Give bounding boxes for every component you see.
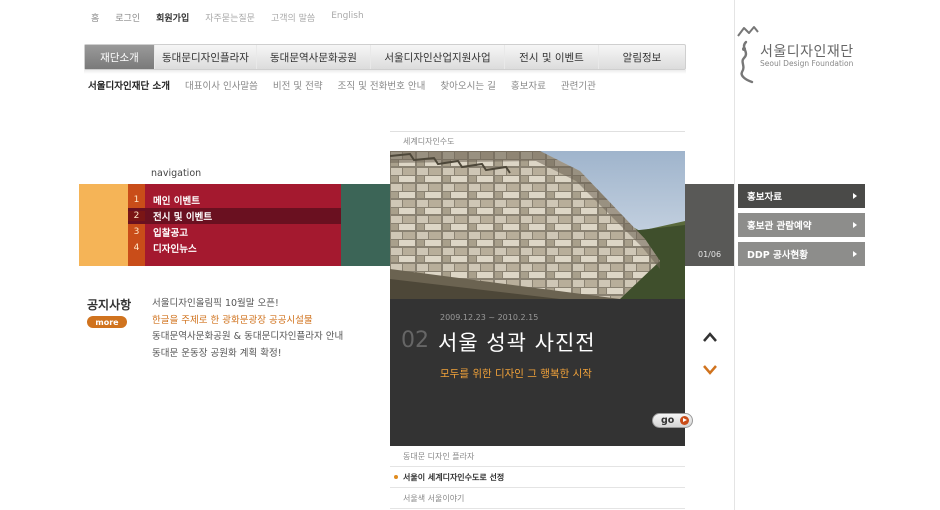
- utility-links: 홈 로그인 회원가입 자주묻는질문 고객의 말씀 English: [91, 11, 380, 24]
- navigation-label: navigation: [151, 168, 202, 179]
- notice-item-highlighted[interactable]: 한글을 주제로 한 광화문광장 공공시설물: [152, 313, 343, 330]
- logo-subtitle: Seoul Design Foundation: [760, 59, 854, 68]
- nav-item-label: 디자인뉴스: [153, 244, 197, 255]
- go-button[interactable]: go: [652, 413, 693, 428]
- sub-item-vision[interactable]: 비전 및 전략: [273, 78, 323, 92]
- sub-item-about[interactable]: 서울디자인재단 소개: [88, 78, 170, 92]
- notices-more-button[interactable]: more: [87, 316, 127, 328]
- nav-item-number: 3: [133, 227, 140, 237]
- feature-top-label[interactable]: 세계디자인수도: [403, 136, 455, 147]
- nav-item-number: 1: [133, 195, 140, 205]
- sub-item-ceo[interactable]: 대표이사 인사말씀: [185, 78, 258, 92]
- feature-list-item[interactable]: 서울색 서울이야기: [390, 488, 685, 509]
- main-menu-shadow: [84, 70, 686, 74]
- triangle-right-icon: [853, 251, 857, 257]
- nav-item-bids[interactable]: 3 입찰공고: [128, 224, 341, 240]
- gnb-item-industry-support[interactable]: 서울디자인산업지원사업: [371, 45, 505, 69]
- feature-number: 02: [401, 328, 429, 353]
- notice-item[interactable]: 동대문역사문화공원 & 동대문디자인플라자 안내: [152, 329, 343, 346]
- feature-photo-fortress-wall[interactable]: [390, 151, 685, 299]
- nav-item-number: 4: [133, 243, 140, 253]
- side-button-label: 홍보관 관람예약: [747, 221, 812, 232]
- more-button-label: more: [95, 317, 119, 327]
- go-button-label: go: [661, 415, 675, 426]
- feature-list-label: 서울이 세계디자인수도로 선정: [403, 472, 505, 482]
- nav-item-exhibitions[interactable]: 2 전시 및 이벤트: [128, 208, 341, 224]
- slide-page-count: 01/06: [698, 250, 722, 259]
- feature-date: 2009.12.23 ~ 2010.2.15: [440, 313, 539, 322]
- feature-list-label: 동대문 디자인 플라자: [403, 451, 475, 461]
- feature-top-divider: [390, 131, 685, 132]
- util-link-join[interactable]: 회원가입: [156, 11, 189, 24]
- nav-item-label: 전시 및 이벤트: [153, 212, 213, 223]
- feature-subtitle: 모두를 위한 디자인 그 행복한 시작: [440, 368, 592, 380]
- sub-menu: 서울디자인재단 소개 대표이사 인사말씀 비전 및 전략 조직 및 전화번호 안…: [88, 78, 611, 92]
- gnb-item-history-park[interactable]: 동대문역사문화공원: [257, 45, 371, 69]
- util-link-english[interactable]: English: [331, 11, 364, 24]
- triangle-right-icon: [853, 193, 857, 199]
- util-link-home[interactable]: 홈: [91, 11, 99, 24]
- bullet-icon: [394, 475, 398, 479]
- side-button-label: DDP 공사현황: [747, 250, 809, 261]
- feature-list-label: 서울색 서울이야기: [403, 493, 465, 503]
- nav-item-label: 입찰공고: [153, 228, 188, 239]
- util-link-faq[interactable]: 자주묻는질문: [205, 11, 255, 24]
- gnb-item-exhibitions[interactable]: 전시 및 이벤트: [505, 45, 599, 69]
- sub-item-pr[interactable]: 홍보자료: [511, 78, 546, 92]
- sub-item-organization[interactable]: 조직 및 전화번호 안내: [338, 78, 426, 92]
- notice-item[interactable]: 동대문 운동장 공원화 계획 확정!: [152, 346, 343, 363]
- arrow-right-icon: [680, 416, 689, 425]
- util-link-login[interactable]: 로그인: [115, 11, 140, 24]
- side-button-tour-booking[interactable]: 홍보관 관람예약: [738, 213, 865, 237]
- sub-item-related[interactable]: 관련기관: [561, 78, 596, 92]
- notices-list: 서울디자인올림픽 10월말 오픈! 한글을 주제로 한 광화문광장 공공시설물 …: [152, 296, 343, 362]
- main-menu: 재단소개 동대문디자인플라자 동대문역사문화공원 서울디자인산업지원사업 전시 …: [84, 44, 686, 70]
- triangle-right-icon: [853, 222, 857, 228]
- nav-item-design-news[interactable]: 4 디자인뉴스: [128, 240, 341, 256]
- side-button-pr-materials[interactable]: 홍보자료: [738, 184, 865, 208]
- chevron-up-icon[interactable]: [702, 331, 718, 343]
- feature-list-item-selected[interactable]: 서울이 세계디자인수도로 선정: [390, 467, 685, 488]
- side-button-label: 홍보자료: [747, 192, 782, 203]
- feature-title[interactable]: 서울 성곽 사진전: [438, 327, 596, 357]
- logo-title: 서울디자인재단: [760, 44, 854, 60]
- gnb-item-foundation[interactable]: 재단소개: [85, 45, 155, 69]
- gnb-item-ddp[interactable]: 동대문디자인플라자: [155, 45, 257, 69]
- notice-item[interactable]: 서울디자인올림픽 10월말 오픈!: [152, 296, 343, 313]
- util-link-feedback[interactable]: 고객의 말씀: [271, 11, 315, 24]
- notices-title: 공지사항: [87, 298, 132, 312]
- band-green-block: [341, 184, 390, 266]
- chevron-down-icon[interactable]: [702, 364, 718, 376]
- side-button-ddp-construction[interactable]: DDP 공사현황: [738, 242, 865, 266]
- feature-list-item[interactable]: 동대문 디자인 플라자: [390, 446, 685, 467]
- nav-item-main-event[interactable]: 1 메인 이벤트: [128, 192, 341, 208]
- band-orange-block: [79, 184, 128, 266]
- nav-item-label: 메인 이벤트: [153, 196, 201, 207]
- gnb-item-news[interactable]: 알림정보: [599, 45, 685, 69]
- right-divider: [734, 0, 735, 510]
- sub-item-directions[interactable]: 찾아오시는 길: [440, 78, 495, 92]
- nav-item-number: 2: [128, 211, 145, 221]
